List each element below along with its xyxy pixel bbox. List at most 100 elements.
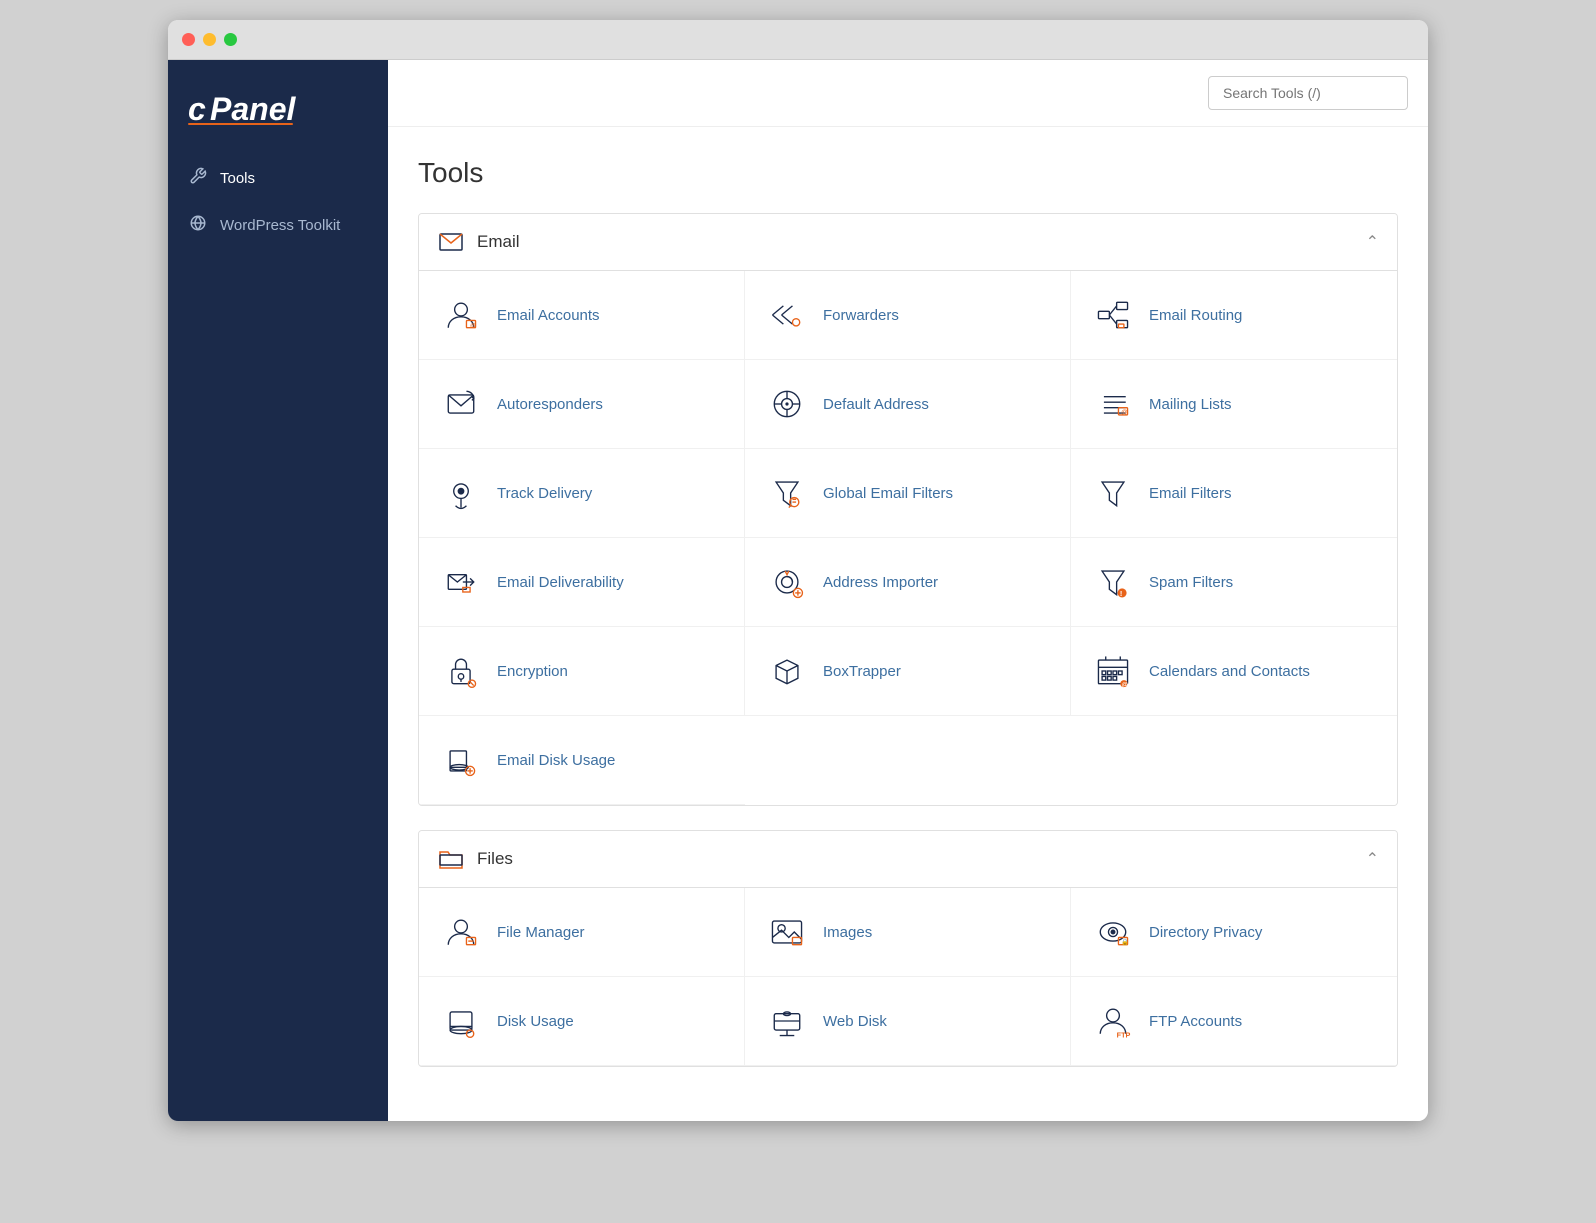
tool-disk-usage[interactable]: Disk Usage (419, 977, 745, 1066)
app-body: c Panel Tools (168, 60, 1428, 1121)
file-manager-icon (439, 910, 483, 954)
files-section: Files ⌃ (418, 830, 1398, 1067)
files-section-header-left: Files (437, 845, 513, 873)
spam-filters-icon: ! (1091, 560, 1135, 604)
sidebar-item-tools[interactable]: Tools (168, 155, 388, 202)
sidebar-wordpress-label: WordPress Toolkit (220, 217, 340, 234)
global-email-filters-label: Global Email Filters (823, 485, 953, 502)
email-filters-label: Email Filters (1149, 485, 1232, 502)
tool-web-disk[interactable]: Web Disk (745, 977, 1071, 1066)
forwarders-label: Forwarders (823, 307, 899, 324)
email-section: Email ⌃ @ (418, 213, 1398, 806)
email-deliverability-label: Email Deliverability (497, 574, 624, 591)
svg-text:!: ! (1120, 589, 1122, 598)
files-section-header[interactable]: Files ⌃ (419, 831, 1397, 888)
spam-filters-label: Spam Filters (1149, 574, 1233, 591)
tool-autoresponders[interactable]: Autoresponders (419, 360, 745, 449)
directory-privacy-icon: 🔒 (1091, 910, 1135, 954)
mailing-lists-icon: @ (1091, 382, 1135, 426)
track-delivery-icon (439, 471, 483, 515)
minimize-button[interactable] (203, 33, 216, 46)
tool-directory-privacy[interactable]: 🔒 Directory Privacy (1071, 888, 1397, 977)
images-icon (765, 910, 809, 954)
files-section-icon (437, 845, 465, 873)
cpanel-logo: c Panel (188, 90, 308, 126)
app-window: c Panel Tools (168, 20, 1428, 1121)
file-manager-label: File Manager (497, 924, 585, 941)
tool-encryption[interactable]: Encryption (419, 627, 745, 716)
email-section-header-left: Email (437, 228, 520, 256)
email-disk-usage-label: Email Disk Usage (497, 752, 615, 769)
svg-text:c: c (188, 91, 206, 126)
default-address-icon (765, 382, 809, 426)
email-section-header[interactable]: Email ⌃ (419, 214, 1397, 271)
main-content: Tools Email ⌃ (388, 60, 1428, 1121)
default-address-label: Default Address (823, 396, 929, 413)
tool-track-delivery[interactable]: Track Delivery (419, 449, 745, 538)
tool-email-disk-usage[interactable]: Email Disk Usage (419, 716, 745, 805)
images-label: Images (823, 924, 872, 941)
wrench-icon (188, 167, 208, 190)
close-button[interactable] (182, 33, 195, 46)
address-importer-label: Address Importer (823, 574, 938, 591)
disk-usage-icon (439, 999, 483, 1043)
email-accounts-icon: @ (439, 293, 483, 337)
forwarders-icon (765, 293, 809, 337)
tool-file-manager[interactable]: File Manager (419, 888, 745, 977)
ftp-accounts-label: FTP Accounts (1149, 1013, 1242, 1030)
tool-boxtrapper[interactable]: BoxTrapper (745, 627, 1071, 716)
sidebar-logo: c Panel (168, 80, 388, 155)
calendars-contacts-icon: @ (1091, 649, 1135, 693)
tool-email-routing[interactable]: Email Routing (1071, 271, 1397, 360)
svg-text:🔒: 🔒 (1121, 938, 1129, 946)
maximize-button[interactable] (224, 33, 237, 46)
svg-text:@: @ (1122, 681, 1128, 688)
page-title: Tools (418, 157, 1398, 189)
search-input[interactable] (1208, 76, 1408, 110)
web-disk-icon (765, 999, 809, 1043)
encryption-label: Encryption (497, 663, 568, 680)
tool-email-filters[interactable]: Email Filters (1071, 449, 1397, 538)
disk-usage-label: Disk Usage (497, 1013, 574, 1030)
email-deliverability-icon (439, 560, 483, 604)
mailing-lists-label: Mailing Lists (1149, 396, 1232, 413)
sidebar-tools-label: Tools (220, 170, 255, 187)
directory-privacy-label: Directory Privacy (1149, 924, 1262, 941)
tool-forwarders[interactable]: Forwarders (745, 271, 1071, 360)
files-tools-grid: File Manager (419, 888, 1397, 1066)
svg-text:Panel: Panel (210, 91, 296, 126)
tool-address-importer[interactable]: Address Importer (745, 538, 1071, 627)
tool-images[interactable]: Images (745, 888, 1071, 977)
email-section-title: Email (477, 232, 520, 252)
wordpress-icon (188, 214, 208, 237)
tool-default-address[interactable]: Default Address (745, 360, 1071, 449)
global-email-filters-icon (765, 471, 809, 515)
email-disk-usage-icon (439, 738, 483, 782)
email-accounts-label: Email Accounts (497, 307, 600, 324)
email-routing-label: Email Routing (1149, 307, 1242, 324)
autoresponders-icon (439, 382, 483, 426)
sidebar-item-wordpress-toolkit[interactable]: WordPress Toolkit (168, 202, 388, 249)
svg-text:FTP: FTP (1117, 1030, 1131, 1039)
files-collapse-icon[interactable]: ⌃ (1366, 849, 1379, 869)
tool-ftp-accounts[interactable]: FTP FTP Accounts (1071, 977, 1397, 1066)
sidebar-navigation: Tools WordPress Toolkit (168, 155, 388, 249)
top-bar (388, 60, 1428, 127)
tool-spam-filters[interactable]: ! Spam Filters (1071, 538, 1397, 627)
titlebar (168, 20, 1428, 60)
files-section-title: Files (477, 849, 513, 869)
tool-email-accounts[interactable]: @ Email Accounts (419, 271, 745, 360)
tool-email-deliverability[interactable]: Email Deliverability (419, 538, 745, 627)
tool-calendars-and-contacts[interactable]: @ Calendars and Contacts (1071, 627, 1397, 716)
tool-global-email-filters[interactable]: Global Email Filters (745, 449, 1071, 538)
boxtrapper-label: BoxTrapper (823, 663, 901, 680)
ftp-accounts-icon: FTP (1091, 999, 1135, 1043)
email-collapse-icon[interactable]: ⌃ (1366, 232, 1379, 252)
email-tools-grid: @ Email Accounts (419, 271, 1397, 805)
boxtrapper-icon (765, 649, 809, 693)
content-area: Tools Email ⌃ (388, 127, 1428, 1121)
tool-mailing-lists[interactable]: @ Mailing Lists (1071, 360, 1397, 449)
folder-icon (438, 846, 464, 872)
sidebar: c Panel Tools (168, 60, 388, 1121)
autoresponders-label: Autoresponders (497, 396, 603, 413)
